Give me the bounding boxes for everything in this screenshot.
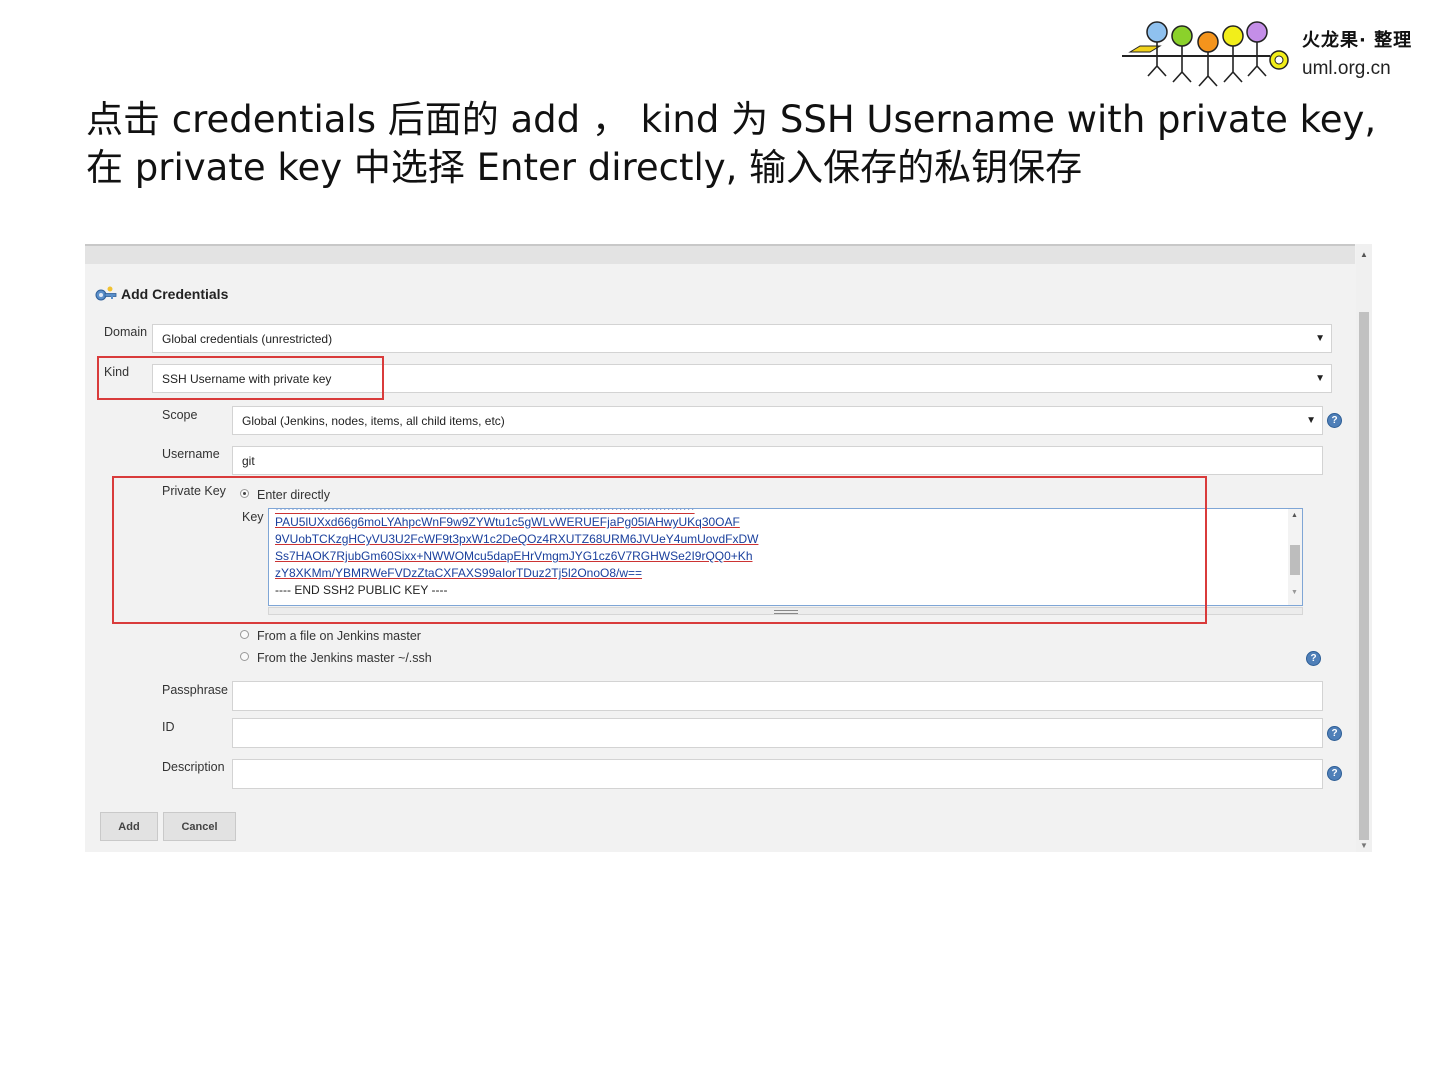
id-input[interactable] [232,718,1323,748]
chevron-down-icon: ▼ [1315,333,1325,344]
scope-label: Scope [162,408,198,422]
scroll-down-icon[interactable]: ▼ [1360,841,1368,850]
logo-text: 火龙果· 整理 uml.org.cn [1302,26,1412,80]
username-input-value: git [242,453,255,468]
panel-top-bar [85,244,1355,264]
kind-highlight-box [97,356,384,400]
from-file-label: From a file on Jenkins master [257,629,421,643]
from-ssh-radio[interactable] [240,652,249,661]
scroll-up-icon[interactable]: ▲ [1360,250,1368,259]
chevron-down-icon: ▼ [1315,373,1325,384]
logo-url: uml.org.cn [1302,58,1391,79]
passphrase-input[interactable] [232,681,1323,711]
scope-select[interactable]: Global (Jenkins, nodes, items, all child… [232,406,1323,435]
private-key-help-icon[interactable]: ? [1306,651,1321,666]
credentials-key-icon [95,286,117,301]
logo-figures [1122,21,1289,87]
description-input[interactable] [232,759,1323,789]
scope-select-value: Global (Jenkins, nodes, items, all child… [242,413,505,428]
scroll-up-icon[interactable]: ▲ [1291,512,1298,519]
dialog-header: Add Credentials [95,286,228,302]
from-file-radio[interactable] [240,630,249,639]
scope-help-icon[interactable]: ? [1327,413,1342,428]
id-label: ID [162,720,175,734]
from-ssh-label: From the Jenkins master ~/.ssh [257,651,432,665]
cancel-button[interactable]: Cancel [163,812,236,841]
domain-select[interactable]: Global credentials (unrestricted) ▼ [152,324,1332,353]
dialog-title: Add Credentials [121,286,229,302]
id-help-icon[interactable]: ? [1327,726,1342,741]
chevron-down-icon: ▼ [1306,415,1316,426]
description-help-icon[interactable]: ? [1327,766,1342,781]
key-scrollbar-thumb[interactable] [1290,545,1300,575]
page-scrollbar[interactable]: ▲ ▼ [1356,244,1372,852]
add-button[interactable]: Add [100,812,158,841]
logo-title: 火龙果· 整理 [1302,30,1413,51]
domain-select-value: Global credentials (unrestricted) [162,331,333,346]
scroll-down-icon[interactable]: ▼ [1291,589,1298,596]
domain-label: Domain [104,325,148,339]
description-label: Description [162,760,225,774]
instruction-line-1: 点击 credentials 后面的 add ， kind 为 SSH User… [86,98,1377,141]
instruction-text: 点击 credentials 后面的 add ， kind 为 SSH User… [86,96,1376,192]
key-textarea-scrollbar[interactable]: ▲ ▼ [1288,509,1302,605]
username-input[interactable]: git [232,446,1323,475]
scrollbar-thumb[interactable] [1359,312,1369,840]
username-label: Username [162,447,220,461]
instruction-line-2: 在 private key 中选择 Enter directly, 输入保存的私… [86,146,1083,189]
passphrase-label: Passphrase [162,683,229,697]
private-key-highlight-box [112,476,1207,624]
